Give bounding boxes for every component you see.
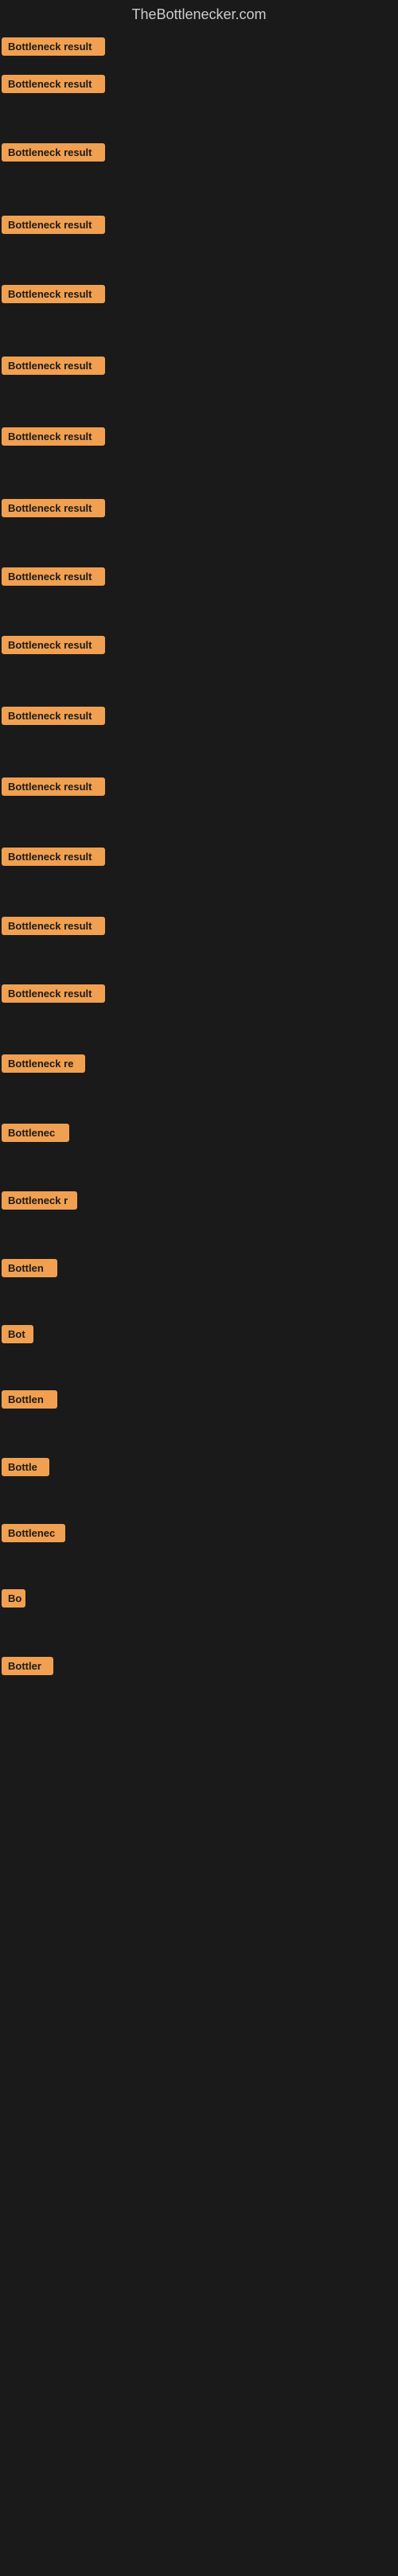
result-row-14: Bottleneck result xyxy=(2,984,105,1007)
result-row-11: Bottleneck result xyxy=(2,777,105,800)
result-row-6: Bottleneck result xyxy=(2,427,105,450)
result-row-12: Bottleneck result xyxy=(2,848,105,870)
bottleneck-result-badge[interactable]: Bo xyxy=(2,1589,25,1608)
bottleneck-result-badge[interactable]: Bottleneck result xyxy=(2,37,105,56)
result-row-4: Bottleneck result xyxy=(2,285,105,307)
results-container: Bottleneck result Bottleneck result Bottle… xyxy=(0,29,398,2576)
result-row-10: Bottleneck result xyxy=(2,707,105,729)
result-row-24: Bottler xyxy=(2,1657,53,1679)
bottleneck-result-badge[interactable]: Bottleneck result xyxy=(2,777,105,796)
result-row-5: Bottleneck result xyxy=(2,357,105,379)
result-row-22: Bottlenec xyxy=(2,1524,65,1546)
result-row-8: Bottleneck result xyxy=(2,567,105,590)
bottleneck-result-badge[interactable]: Bottlenec xyxy=(2,1124,69,1142)
bottleneck-result-badge[interactable]: Bottleneck result xyxy=(2,917,105,935)
bottleneck-result-badge[interactable]: Bottleneck result xyxy=(2,707,105,725)
bottleneck-result-badge[interactable]: Bottleneck result xyxy=(2,427,105,446)
result-row-19: Bot xyxy=(2,1325,33,1347)
bottleneck-result-badge[interactable]: Bottle xyxy=(2,1458,49,1476)
bottleneck-result-badge[interactable]: Bottleneck result xyxy=(2,984,105,1003)
bottleneck-result-badge[interactable]: Bottleneck result xyxy=(2,567,105,586)
result-row-20: Bottlen xyxy=(2,1390,57,1413)
bottleneck-result-badge[interactable]: Bottleneck result xyxy=(2,499,105,517)
result-row-3: Bottleneck result xyxy=(2,216,105,238)
result-row-2: Bottleneck result xyxy=(2,143,105,166)
bottleneck-result-badge[interactable]: Bottleneck result xyxy=(2,285,105,303)
bottleneck-result-badge[interactable]: Bot xyxy=(2,1325,33,1343)
bottleneck-result-badge[interactable]: Bottlenec xyxy=(2,1524,65,1542)
bottleneck-result-badge[interactable]: Bottleneck result xyxy=(2,848,105,866)
bottleneck-result-badge[interactable]: Bottler xyxy=(2,1657,53,1675)
site-title: TheBottlenecker.com xyxy=(0,0,398,29)
result-row-13: Bottleneck result xyxy=(2,917,105,939)
result-row-23: Bo xyxy=(2,1589,25,1611)
result-row-7: Bottleneck result xyxy=(2,499,105,521)
result-row-15: Bottleneck re xyxy=(2,1054,85,1077)
result-row-1: Bottleneck result xyxy=(2,75,105,97)
bottleneck-result-badge[interactable]: Bottlen xyxy=(2,1390,57,1409)
result-row-17: Bottleneck r xyxy=(2,1191,77,1214)
bottleneck-result-badge[interactable]: Bottleneck result xyxy=(2,357,105,375)
bottleneck-result-badge[interactable]: Bottleneck result xyxy=(2,636,105,654)
result-row-21: Bottle xyxy=(2,1458,49,1480)
bottleneck-result-badge[interactable]: Bottleneck result xyxy=(2,216,105,234)
bottleneck-result-badge[interactable]: Bottlen xyxy=(2,1259,57,1277)
bottleneck-result-badge[interactable]: Bottleneck result xyxy=(2,75,105,93)
bottleneck-result-badge[interactable]: Bottleneck r xyxy=(2,1191,77,1210)
result-row-16: Bottlenec xyxy=(2,1124,69,1146)
result-row-0: Bottleneck result xyxy=(2,37,105,60)
result-row-18: Bottlen xyxy=(2,1259,57,1281)
bottleneck-result-badge[interactable]: Bottleneck result xyxy=(2,143,105,162)
result-row-9: Bottleneck result xyxy=(2,636,105,658)
bottleneck-result-badge[interactable]: Bottleneck re xyxy=(2,1054,85,1073)
